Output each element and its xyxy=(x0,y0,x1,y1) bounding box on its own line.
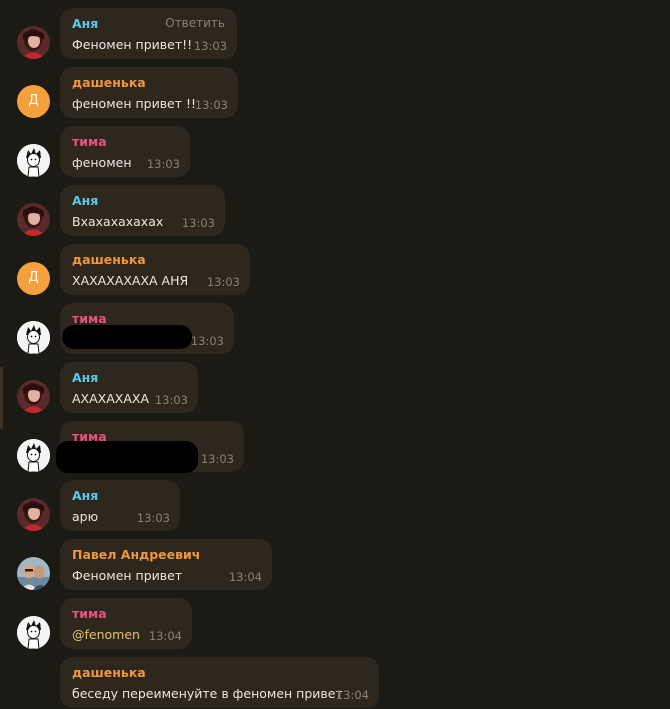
sender-name[interactable]: дашенька xyxy=(72,665,146,680)
avatar-letter: Д xyxy=(28,270,39,285)
message-time: 13:04 xyxy=(335,688,369,702)
message-time: 13:03 xyxy=(181,216,215,230)
sender-name[interactable]: дашенька xyxy=(72,75,146,90)
message-bubble: дашенька ХАХАХАХАХА АНЯ 13:03 xyxy=(60,244,250,295)
scroll-indicator xyxy=(0,367,3,429)
reply-button[interactable]: Ответить xyxy=(165,16,225,30)
message-text: Феномен привет xyxy=(72,568,183,583)
message-bubble: тима феномен 13:03 xyxy=(60,126,190,177)
message-bubble: дашенька беседу переименуйте в феномен п… xyxy=(60,657,379,708)
sender-name[interactable]: Павел Андреевич xyxy=(72,547,200,562)
message-text: феномен привет !! xyxy=(72,96,197,111)
avatar-dashenka[interactable]: Д xyxy=(17,262,50,295)
message-bubble: Аня Вхахахахахах 13:03 xyxy=(60,185,225,236)
message-time: 13:03 xyxy=(154,393,188,407)
message-time: 13:03 xyxy=(193,39,227,53)
message-time: 13:03 xyxy=(194,98,228,112)
message-bubble: тима 13:03 xyxy=(60,303,234,354)
message-bubble: Аня арю 13:03 xyxy=(60,480,180,531)
chat-history: Аня Ответить Феномен привет!! 13:03 Д да… xyxy=(0,0,670,709)
avatar-anya[interactable] xyxy=(17,498,50,531)
avatar-anya[interactable] xyxy=(17,26,50,59)
message-time: 13:03 xyxy=(200,452,234,466)
mention-link[interactable]: @fenomen xyxy=(72,627,140,642)
sender-name[interactable]: тима xyxy=(72,311,107,326)
message-text: беседу переименуйте в феномен привет xyxy=(72,686,343,701)
sender-name[interactable]: тима xyxy=(72,606,107,621)
message-time: 13:04 xyxy=(228,570,262,584)
avatar-tima[interactable] xyxy=(17,321,50,354)
message-text: ХАХАХАХАХА АНЯ xyxy=(72,273,189,288)
sender-name[interactable]: Аня xyxy=(72,370,98,385)
message-bubble: тима @fenomen 13:04 xyxy=(60,598,192,649)
sender-name[interactable]: дашенька xyxy=(72,252,146,267)
message-time: 13:03 xyxy=(190,334,224,348)
message-bubble: Аня Ответить Феномен привет!! 13:03 xyxy=(60,8,237,59)
avatar-anya[interactable] xyxy=(17,203,50,236)
message-text: арю xyxy=(72,509,99,524)
message-bubble: дашенька феномен привет !! 13:03 xyxy=(60,67,238,118)
redaction-mark xyxy=(62,325,192,349)
message-time: 13:03 xyxy=(136,511,170,525)
avatar-tima[interactable] xyxy=(17,439,50,472)
message-text: Вхахахахахах xyxy=(72,214,164,229)
avatar-anya[interactable] xyxy=(17,380,50,413)
message-bubble: Аня АХАХАХАХА 13:03 xyxy=(60,362,198,413)
redaction-mark xyxy=(56,441,198,473)
avatar-pavel[interactable] xyxy=(17,557,50,590)
sender-name[interactable]: тима xyxy=(72,134,107,149)
sender-name[interactable]: Аня xyxy=(72,16,98,31)
avatar-dashenka[interactable]: Д xyxy=(17,85,50,118)
message-bubble: тима 13:03 xyxy=(56,421,244,473)
message-time: 13:03 xyxy=(146,157,180,171)
sender-name[interactable]: Аня xyxy=(72,193,98,208)
sender-name[interactable]: Аня xyxy=(72,488,98,503)
message-time: 13:03 xyxy=(206,275,240,289)
message-time: 13:04 xyxy=(148,629,182,643)
message-text: Феномен привет!! xyxy=(72,37,193,52)
message-bubble: Павел Андреевич Феномен привет 13:04 xyxy=(60,539,272,590)
avatar-letter: Д xyxy=(28,93,39,108)
message-text: феномен xyxy=(72,155,132,170)
message-text: АХАХАХАХА xyxy=(72,391,150,406)
avatar-tima[interactable] xyxy=(17,616,50,649)
avatar-tima[interactable] xyxy=(17,144,50,177)
